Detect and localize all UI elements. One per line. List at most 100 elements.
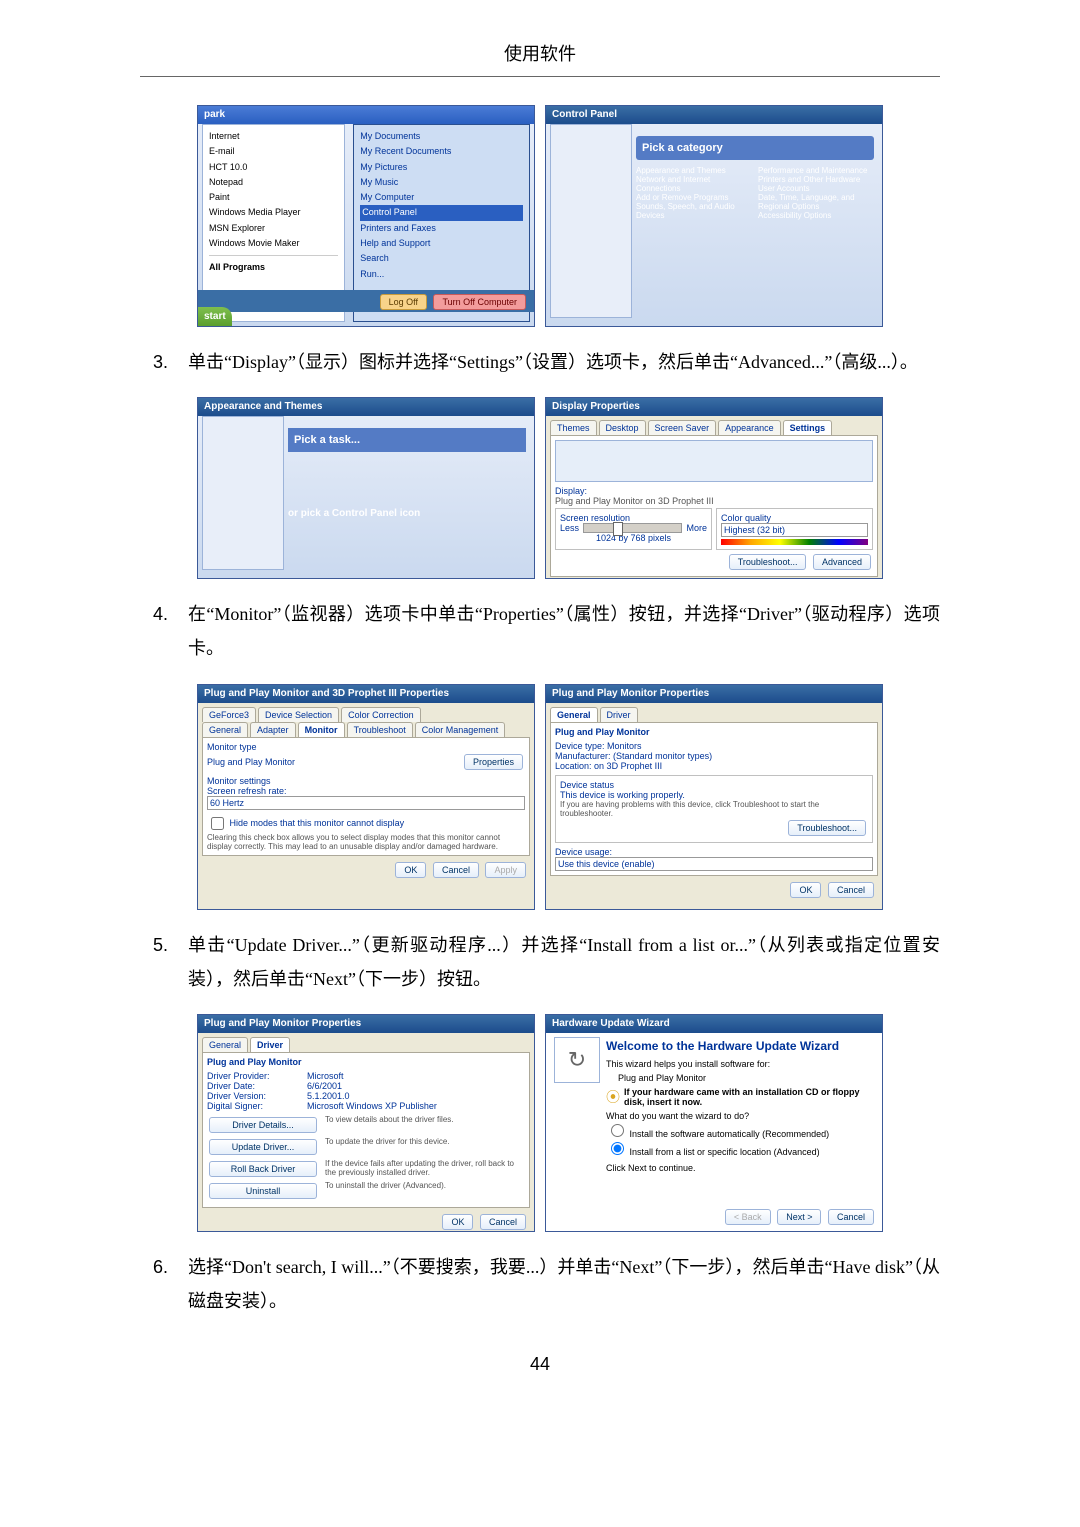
properties-button[interactable]: Properties xyxy=(464,754,523,770)
color-quality-label: Color quality xyxy=(721,513,868,523)
startmenu-item[interactable]: MSN Explorer xyxy=(209,221,338,236)
resolution-slider[interactable] xyxy=(583,523,682,533)
figure-4: Plug and Play Monitor Properties General… xyxy=(140,1014,940,1232)
wizard-question: What do you want the wizard to do? xyxy=(606,1111,874,1121)
startmenu-item[interactable]: Windows Movie Maker xyxy=(209,236,338,251)
startmenu-right-item[interactable]: My Pictures xyxy=(360,160,523,175)
turnoff-button[interactable]: Turn Off Computer xyxy=(433,294,526,310)
tab-color-correction[interactable]: Color Correction xyxy=(341,707,421,722)
startmenu-right-item[interactable]: My Computer xyxy=(360,190,523,205)
tab-screensaver[interactable]: Screen Saver xyxy=(648,420,717,435)
running-header: 使用软件 xyxy=(140,40,940,66)
tab-driver[interactable]: Driver xyxy=(250,1037,290,1052)
driver-action-button[interactable]: Roll Back Driver xyxy=(209,1161,317,1177)
color-quality-select[interactable]: Highest (32 bit) xyxy=(721,523,868,537)
control-panel-screenshot: Control Panel Pick a category Appearance… xyxy=(545,105,883,327)
advanced-button[interactable]: Advanced xyxy=(813,554,871,570)
driver-action-button[interactable]: Update Driver... xyxy=(209,1139,317,1155)
next-button[interactable]: Next > xyxy=(777,1209,821,1225)
startmenu-right-item[interactable]: Printers and Faxes xyxy=(360,221,523,236)
tab-troubleshoot[interactable]: Troubleshoot xyxy=(347,722,413,737)
refresh-rate-select[interactable]: 60 Hertz xyxy=(207,796,525,810)
category-item[interactable]: Appearance and Themes xyxy=(636,166,752,175)
tab-settings[interactable]: Settings xyxy=(783,420,833,435)
logoff-button[interactable]: Log Off xyxy=(380,294,427,310)
tab-monitor[interactable]: Monitor xyxy=(298,722,345,737)
category-item[interactable]: Printers and Other Hardware xyxy=(758,175,874,184)
all-programs[interactable]: All Programs xyxy=(209,255,338,275)
driver-action-button[interactable]: Driver Details... xyxy=(209,1117,317,1133)
step-number: 5. xyxy=(140,928,188,996)
appearance-sidebar xyxy=(202,416,284,570)
startmenu-right-item[interactable]: Help and Support xyxy=(360,236,523,251)
category-item[interactable]: Date, Time, Language, and Regional Optio… xyxy=(758,193,874,211)
header-rule xyxy=(140,76,940,77)
cd-icon: ⦿ xyxy=(606,1087,620,1107)
monitor-tab-title: Plug and Play Monitor and 3D Prophet III… xyxy=(198,685,534,703)
ok-button[interactable]: OK xyxy=(442,1214,473,1230)
tab-colormgmt[interactable]: Color Management xyxy=(415,722,506,737)
startmenu-item[interactable]: Internet xyxy=(209,129,338,144)
cancel-button[interactable]: Cancel xyxy=(433,862,479,878)
wizard-continue: Click Next to continue. xyxy=(606,1163,874,1173)
startmenu-item[interactable]: Notepad xyxy=(209,175,338,190)
tab-themes[interactable]: Themes xyxy=(550,420,597,435)
driver-tab-title: Plug and Play Monitor Properties xyxy=(198,1015,534,1033)
startmenu-item[interactable]: HCT 10.0 xyxy=(209,160,338,175)
startmenu-right-item[interactable]: My Recent Documents xyxy=(360,144,523,159)
device-type-value: Monitors xyxy=(607,741,642,751)
ok-button[interactable]: OK xyxy=(790,882,821,898)
control-panel-title: Control Panel xyxy=(546,106,882,124)
tab-general[interactable]: General xyxy=(202,722,248,737)
category-item[interactable]: Network and Internet Connections xyxy=(636,175,752,193)
category-item[interactable]: Performance and Maintenance xyxy=(758,166,874,175)
cancel-button[interactable]: Cancel xyxy=(828,1209,874,1225)
manufacturer-value: (Standard monitor types) xyxy=(613,751,712,761)
tab-appearance[interactable]: Appearance xyxy=(718,420,781,435)
category-item[interactable]: Accessibility Options xyxy=(758,211,874,220)
tab-driver[interactable]: Driver xyxy=(600,707,638,722)
wizard-opt-list[interactable] xyxy=(611,1142,624,1155)
display-properties-screenshot: Display Properties Themes Desktop Screen… xyxy=(545,397,883,579)
tab-device-selection[interactable]: Device Selection xyxy=(258,707,339,722)
startmenu-item[interactable]: Windows Media Player xyxy=(209,205,338,220)
category-item[interactable]: Add or Remove Programs xyxy=(636,193,752,202)
driver-info-row: Driver Provider:Microsoft xyxy=(207,1071,525,1081)
wizard-title: Hardware Update Wizard xyxy=(546,1015,882,1033)
startmenu-item[interactable]: E-mail xyxy=(209,144,338,159)
figure-3: Plug and Play Monitor and 3D Prophet III… xyxy=(140,684,940,910)
startmenu-item[interactable]: Paint xyxy=(209,190,338,205)
tab-adapter[interactable]: Adapter xyxy=(250,722,296,737)
device-status-label: Device status xyxy=(560,780,868,790)
wizard-opt2-label: Install from a list or specific location… xyxy=(630,1147,820,1157)
hide-modes-checkbox[interactable] xyxy=(211,817,224,830)
category-item[interactable]: User Accounts xyxy=(758,184,874,193)
startmenu-control-panel[interactable]: Control Panel xyxy=(360,205,523,220)
tab-geforce3[interactable]: GeForce3 xyxy=(202,707,256,722)
ok-button[interactable]: OK xyxy=(395,862,426,878)
start-button[interactable]: start xyxy=(198,307,232,326)
troubleshoot-button[interactable]: Troubleshoot... xyxy=(729,554,807,570)
troubleshoot-button[interactable]: Troubleshoot... xyxy=(788,820,866,836)
back-button: < Back xyxy=(725,1209,771,1225)
driver-action-button[interactable]: Uninstall xyxy=(209,1183,317,1199)
startmenu-right-item[interactable]: Run... xyxy=(360,267,523,282)
tab-general[interactable]: General xyxy=(202,1037,248,1052)
startmenu-right-item[interactable]: Search xyxy=(360,251,523,266)
driver-info-row: Driver Date:6/6/2001 xyxy=(207,1081,525,1091)
display-tabs: Themes Desktop Screen Saver Appearance S… xyxy=(546,416,882,435)
startmenu-footer: Log Off Turn Off Computer xyxy=(198,290,534,312)
wizard-opt-auto[interactable] xyxy=(611,1124,624,1137)
cancel-button[interactable]: Cancel xyxy=(828,882,874,898)
tab-desktop[interactable]: Desktop xyxy=(599,420,646,435)
tab-general[interactable]: General xyxy=(550,707,598,722)
wizard-line2: Plug and Play Monitor xyxy=(618,1073,874,1083)
category-item[interactable]: Sounds, Speech, and Audio Devices xyxy=(636,202,752,220)
cancel-button[interactable]: Cancel xyxy=(480,1214,526,1230)
device-usage-select[interactable]: Use this device (enable) xyxy=(555,857,873,871)
device-name: Plug and Play Monitor xyxy=(555,727,873,737)
startmenu-right-item[interactable]: My Music xyxy=(360,175,523,190)
startmenu-right-item[interactable]: My Documents xyxy=(360,129,523,144)
driver-info-row: Digital Signer:Microsoft Windows XP Publ… xyxy=(207,1101,525,1111)
device-name: Plug and Play Monitor xyxy=(207,1057,525,1067)
